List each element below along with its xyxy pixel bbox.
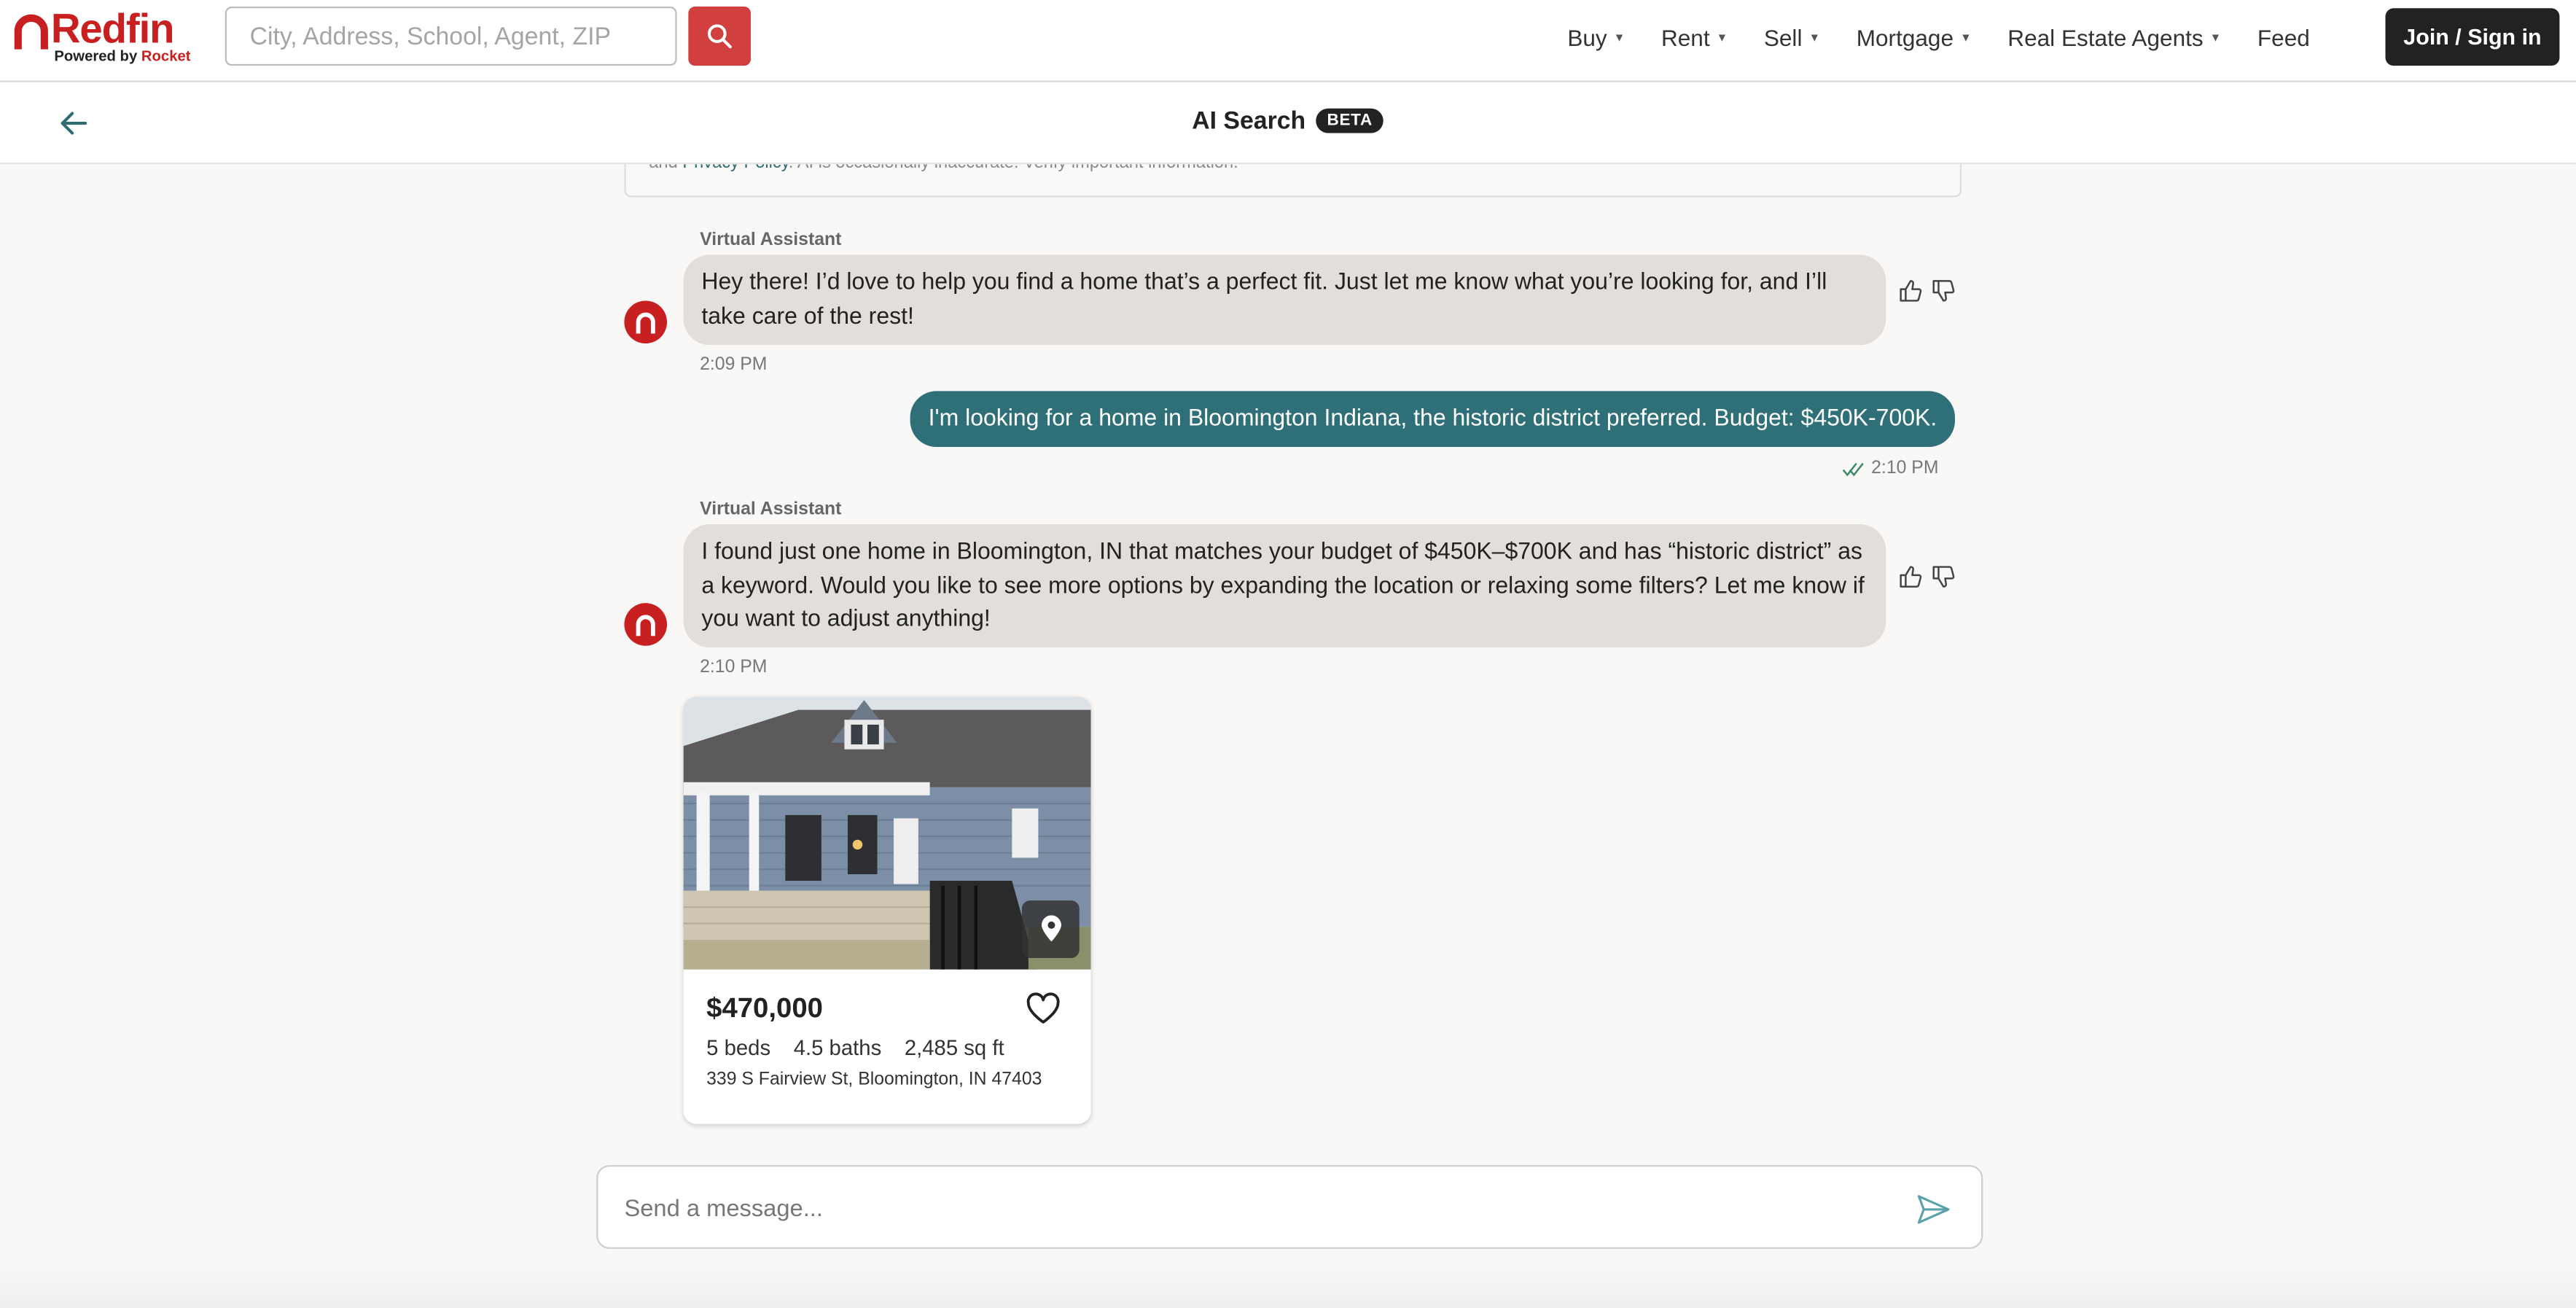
assistant-message-bubble: Hey there! I’d love to help you find a h…	[683, 254, 1886, 346]
chat-thread[interactable]: and Privacy Policy. AI is occasionally i…	[0, 164, 2576, 1150]
assistant-avatar	[624, 603, 668, 646]
message-timestamp: 2:10 PM	[700, 657, 768, 677]
listing-beds: 5 beds	[706, 1035, 771, 1060]
redfin-logo-icon	[14, 14, 48, 50]
page-title: AI Search	[1192, 107, 1306, 136]
feedback-buttons	[1899, 279, 1955, 303]
join-sign-in-button[interactable]: Join / Sign in	[2385, 8, 2560, 66]
main-nav: Buy ▼ Rent ▼ Sell ▼ Mortgage ▼ Real Estate Agent…	[1567, 0, 2310, 76]
thumbs-down-icon[interactable]	[1932, 279, 1955, 303]
redfin-logo[interactable]: Redfin Powered by Rocket	[13, 7, 197, 69]
top-header: Redfin Powered by Rocket Buy▼ Rent▼ Sell▼ M…	[0, 0, 2576, 82]
read-receipt-icon	[1842, 462, 1864, 476]
nav-item-real-estate-agents[interactable]: Real Estate Agents ▼	[2007, 25, 2221, 51]
nav-item-rent[interactable]: Rent ▼	[1661, 25, 1728, 51]
nav-item-buy[interactable]: Buy ▼	[1567, 25, 1625, 51]
thumbs-down-icon[interactable]	[1932, 565, 1955, 588]
chevron-down-icon: ▼	[1716, 31, 1728, 44]
nav-item-mortgage[interactable]: Mortgage ▼	[1857, 25, 1972, 51]
logo-tagline: Powered by Rocket	[54, 47, 191, 64]
message-timestamp: 2:09 PM	[700, 354, 768, 375]
feedback-buttons	[1899, 565, 1955, 588]
user-message-meta: 2:10 PM	[1842, 459, 1938, 478]
ai-search-header: AI Search BETA	[0, 82, 2576, 165]
redfin-avatar-icon	[636, 311, 655, 333]
bottom-shadow	[0, 1265, 2576, 1308]
chevron-down-icon: ▼	[1808, 31, 1821, 44]
privacy-policy-link[interactable]: Privacy Policy	[682, 164, 789, 172]
listing-address: 339 S Fairview St, Bloomington, IN 47403	[706, 1070, 1042, 1090]
location-search-input[interactable]	[225, 7, 677, 66]
map-view-button[interactable]	[1021, 900, 1080, 958]
chevron-down-icon: ▼	[1613, 31, 1625, 44]
thumbs-up-icon[interactable]	[1899, 565, 1922, 588]
favorite-heart-icon[interactable]	[1025, 991, 1061, 1027]
listing-card[interactable]: $470,000 5 beds 4.5 baths 2,485 sq ft 33…	[683, 696, 1091, 1124]
message-sender: Virtual Assistant	[700, 499, 842, 520]
beta-badge: BETA	[1315, 109, 1384, 134]
send-icon[interactable]	[1916, 1191, 1952, 1228]
map-pin-icon	[1040, 915, 1061, 942]
search-icon	[707, 24, 732, 49]
chevron-down-icon: ▼	[1960, 31, 1972, 44]
listing-sqft: 2,485 sq ft	[904, 1035, 1004, 1060]
redfin-avatar-icon	[636, 614, 655, 636]
message-sender: Virtual Assistant	[700, 230, 842, 250]
assistant-avatar	[624, 300, 668, 344]
nav-item-feed[interactable]: Feed	[2257, 25, 2310, 51]
disclaimer-card: and Privacy Policy. AI is occasionally i…	[624, 164, 1962, 198]
nav-item-sell[interactable]: Sell ▼	[1764, 25, 1820, 51]
assistant-message-bubble: I found just one home in Bloomington, IN…	[683, 523, 1886, 647]
listing-facts: 5 beds 4.5 baths 2,485 sq ft	[706, 1035, 1004, 1060]
disclaimer-text: and Privacy Policy. AI is occasionally i…	[649, 164, 1238, 172]
listing-baths: 4.5 baths	[793, 1035, 882, 1060]
search-button[interactable]	[688, 7, 751, 66]
message-composer	[596, 1164, 1983, 1251]
listing-price: $470,000	[706, 992, 823, 1024]
chevron-down-icon: ▼	[2209, 31, 2222, 44]
message-input[interactable]	[620, 1167, 1876, 1251]
user-message-bubble: I'm looking for a home in Bloomington In…	[910, 391, 1956, 448]
thumbs-up-icon[interactable]	[1899, 279, 1922, 303]
